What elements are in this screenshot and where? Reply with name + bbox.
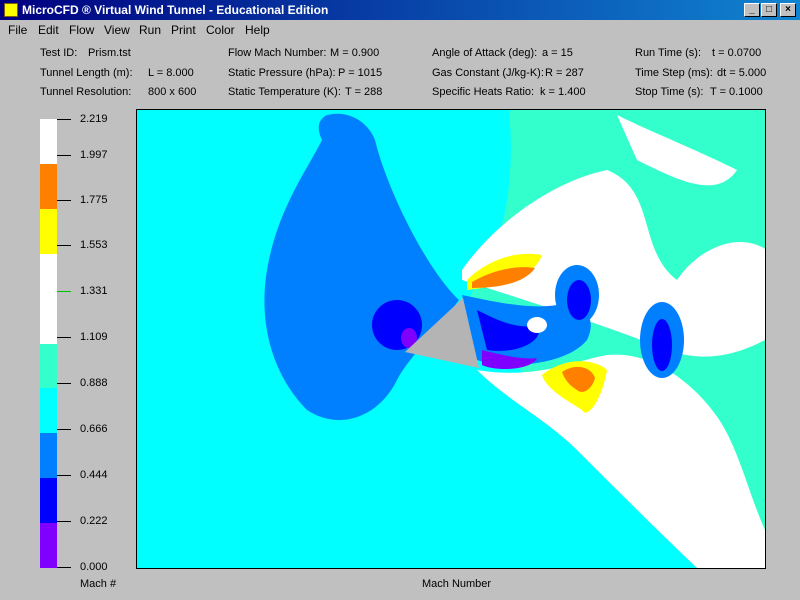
legend-band [40,208,57,254]
test-id-row: Test ID: Prism.tst [40,47,131,59]
legend-label: 1.109 [80,331,108,343]
gas-constant-row: Gas Constant (J/kg-K): R = 287 [432,67,584,79]
test-id-value: Prism.tst [88,47,131,59]
test-id-label: Test ID: [40,47,78,59]
legend-band [40,523,57,568]
legend-band [40,478,57,524]
legend-tick [57,337,71,338]
vortex-1-core [567,280,591,320]
legend-band [40,298,57,344]
flow-field-plot[interactable] [136,109,766,569]
legend-tick [57,567,71,568]
static-pressure-value: P = 1015 [338,67,383,79]
vortex-white-patch [527,317,547,333]
gas-constant-value: R = 287 [545,67,584,79]
legend-label: 2.219 [80,113,108,125]
menu-print[interactable]: Print [171,23,196,37]
mach-contour-map [137,110,765,568]
specific-heats-value: k = 1.400 [540,86,586,98]
legend-label: 1.553 [80,239,108,251]
legend-tick [57,200,71,201]
time-step-row: Time Step (ms): dt = 5.000 [635,67,766,79]
specific-heats-label: Specific Heats Ratio: [432,86,535,98]
legend-label: 1.331 [80,285,108,297]
tunnel-resolution-row: Tunnel Resolution: 800 x 600 [40,86,196,98]
tunnel-length-label: Tunnel Length (m): [40,67,133,79]
legend-label: 1.775 [80,194,108,206]
menu-bar: File Edit Flow View Run Print Color Help [0,20,800,40]
tunnel-length-value: L = 8.000 [148,67,194,79]
legend-label: 0.222 [80,515,108,527]
legend-title: Mach # [80,578,117,590]
legend-band [40,163,57,209]
gas-constant-label: Gas Constant (J/kg-K): [432,67,544,79]
legend-tick [57,521,71,522]
legend-tick [57,291,71,292]
menu-edit[interactable]: Edit [38,23,59,37]
run-time-value: t = 0.0700 [712,47,762,59]
legend-band [40,433,57,479]
legend-tick [57,119,71,120]
maximize-button[interactable]: □ [761,3,777,17]
run-time-label: Run Time (s): [635,47,702,59]
menu-file[interactable]: File [8,23,27,37]
time-step-label: Time Step (ms): [635,67,713,79]
tunnel-resolution-label: Tunnel Resolution: [40,86,132,98]
legend-label: 0.666 [80,423,108,435]
static-pressure-row: Static Pressure (hPa): P = 1015 [228,67,382,79]
stop-time-value: T = 0.1000 [710,86,763,98]
menu-flow[interactable]: Flow [69,23,94,37]
stop-time-label: Stop Time (s): [635,86,704,98]
static-temperature-value: T = 288 [345,86,383,98]
mach-row: Flow Mach Number: M = 0.900 [228,47,379,59]
tunnel-length-row: Tunnel Length (m): L = 8.000 [40,67,194,79]
legend-band [40,119,57,164]
menu-run[interactable]: Run [139,23,161,37]
time-step-value: dt = 5.000 [717,67,767,79]
legend-label: 0.888 [80,377,108,389]
static-pressure-label: Static Pressure (hPa): [228,67,336,79]
static-temperature-label: Static Temperature (K): [228,86,341,98]
menu-help[interactable]: Help [245,23,270,37]
static-temperature-row: Static Temperature (K): T = 288 [228,86,382,98]
legend-tick [57,429,71,430]
menu-color[interactable]: Color [206,23,235,37]
legend-band [40,388,57,434]
legend-tick [57,245,71,246]
plot-caption: Mach Number [422,578,492,590]
specific-heats-row: Specific Heats Ratio: k = 1.400 [432,86,586,98]
mach-value: M = 0.900 [330,47,380,59]
legend-label: 1.997 [80,149,108,161]
legend-label: 0.000 [80,561,108,573]
legend-colorbar [40,119,57,568]
legend-band [40,343,57,389]
menu-view[interactable]: View [104,23,130,37]
run-time-row: Run Time (s): t = 0.0700 [635,47,761,59]
title-bar: MicroCFD ® Virtual Wind Tunnel - Educati… [0,0,800,20]
legend-label: 0.444 [80,469,108,481]
tunnel-resolution-value: 800 x 600 [148,86,197,98]
legend-tick [57,383,71,384]
vortex-2-core [652,319,672,371]
minimize-button[interactable]: _ [744,3,760,17]
app-icon[interactable] [4,3,18,17]
legend-tick [57,155,71,156]
legend-tick [57,475,71,476]
stop-time-row: Stop Time (s): T = 0.1000 [635,86,763,98]
angle-of-attack-row: Angle of Attack (deg): a = 15 [432,47,573,59]
window-title: MicroCFD ® Virtual Wind Tunnel - Educati… [22,3,329,17]
mach-label: Flow Mach Number: [228,47,327,59]
angle-of-attack-value: a = 15 [542,47,573,59]
legend-band [40,253,57,299]
angle-of-attack-label: Angle of Attack (deg): [432,47,538,59]
close-button[interactable]: × [780,3,796,17]
